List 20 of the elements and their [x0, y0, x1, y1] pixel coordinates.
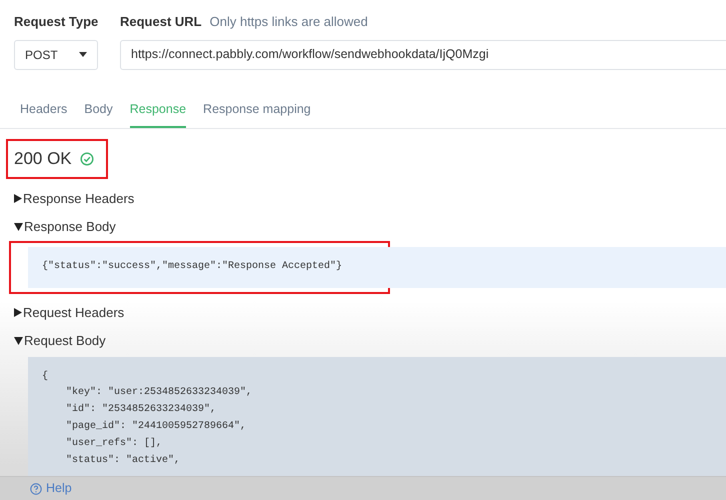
- tab[interactable]: Headers: [20, 94, 68, 128]
- field-label: Request URL: [120, 13, 202, 31]
- tab[interactable]: Body: [84, 94, 113, 128]
- field-label: Request Type: [14, 13, 100, 31]
- section-title[interactable]: Response Headers: [23, 188, 134, 208]
- section-title[interactable]: Request Body: [24, 331, 106, 351]
- tab[interactable]: Response mapping: [203, 94, 311, 128]
- status-text: 200 OK: [14, 148, 72, 170]
- section-title[interactable]: Request Headers: [23, 302, 124, 322]
- url-field[interactable]: https://connect.pabbly.com/workflow/sendwebhookdata/IjQ0Mzgi: [120, 40, 726, 70]
- help-icon: [30, 482, 42, 494]
- method-dropdown[interactable]: POST: [14, 40, 98, 70]
- collapse-arrow-icon[interactable]: [14, 336, 23, 345]
- section-title[interactable]: Response Body: [24, 217, 116, 237]
- expand-arrow-icon[interactable]: [14, 308, 22, 317]
- caret-icon: [79, 52, 87, 57]
- expand-arrow-icon[interactable]: [14, 194, 22, 203]
- collapse-arrow-icon[interactable]: [14, 223, 23, 231]
- code-block: {"status":"success","message":"Response Accepted"}: [28, 246, 726, 288]
- hint-text: Only https links are allowed: [210, 13, 368, 31]
